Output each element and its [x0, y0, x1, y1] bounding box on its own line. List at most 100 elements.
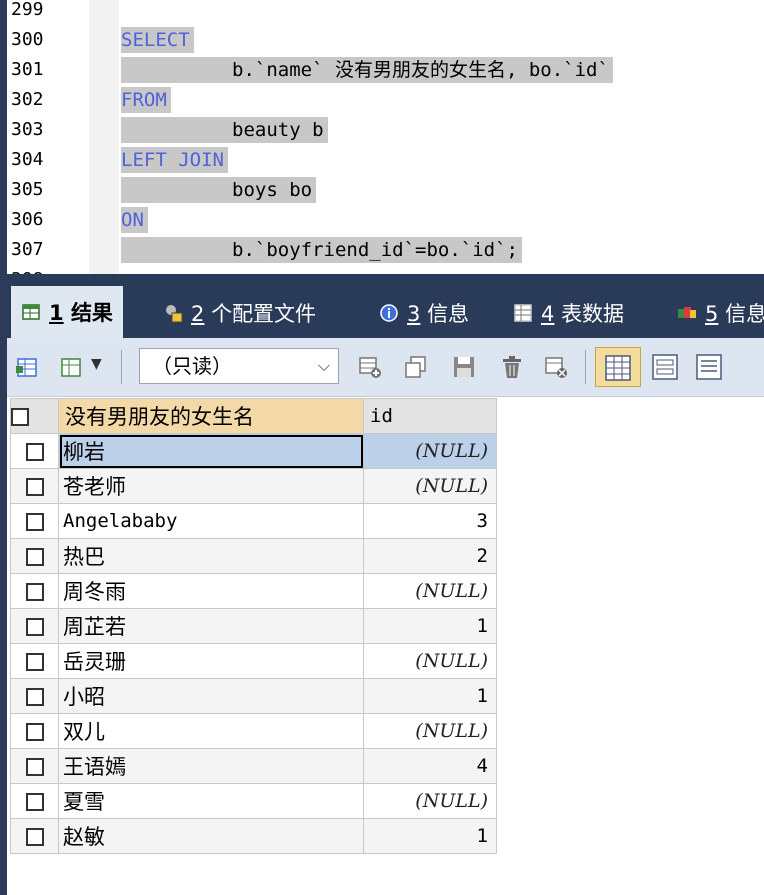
- cell-id[interactable]: 1: [363, 818, 497, 854]
- editor-line[interactable]: 308: [7, 265, 764, 274]
- save-icon[interactable]: [451, 354, 477, 380]
- duplicate-row-icon[interactable]: [403, 354, 429, 380]
- table-row[interactable]: 王语嫣 4: [10, 748, 497, 784]
- row-checkbox-cell[interactable]: [10, 818, 59, 854]
- cell-name[interactable]: 夏雪: [58, 783, 364, 819]
- table-row[interactable]: 周芷若 1: [10, 608, 497, 644]
- table-row[interactable]: 夏雪 (NULL): [10, 783, 497, 819]
- row-checkbox-cell[interactable]: [10, 538, 59, 574]
- cell-name[interactable]: 双儿: [58, 713, 364, 749]
- cell-id[interactable]: 1: [363, 608, 497, 644]
- cell-name[interactable]: 热巴: [58, 538, 364, 574]
- cell-id[interactable]: 3: [363, 503, 497, 539]
- row-checkbox-cell[interactable]: [10, 643, 59, 679]
- insert-row-icon[interactable]: [357, 354, 383, 380]
- row-checkbox-cell[interactable]: [10, 783, 59, 819]
- row-checkbox-cell[interactable]: [10, 713, 59, 749]
- row-checkbox[interactable]: [25, 547, 44, 566]
- row-checkbox[interactable]: [25, 757, 44, 776]
- cell-name[interactable]: 周芷若: [58, 608, 364, 644]
- table-row[interactable]: 柳岩 (NULL): [10, 433, 497, 469]
- row-checkbox-cell[interactable]: [10, 608, 59, 644]
- cell-id[interactable]: 2: [363, 538, 497, 574]
- cell-name[interactable]: 周冬雨: [58, 573, 364, 609]
- row-checkbox[interactable]: [25, 442, 44, 461]
- readonly-mode-select[interactable]: （只读） ⌵: [139, 348, 339, 384]
- table-row[interactable]: 双儿 (NULL): [10, 713, 497, 749]
- tab-info[interactable]: 3 信息: [379, 288, 469, 338]
- table-row[interactable]: 岳灵珊 (NULL): [10, 643, 497, 679]
- table-row[interactable]: 赵敏 1: [10, 818, 497, 854]
- row-checkbox-cell[interactable]: [10, 678, 59, 714]
- table-row[interactable]: 周冬雨 (NULL): [10, 573, 497, 609]
- row-checkbox[interactable]: [25, 687, 44, 706]
- cell-id[interactable]: (NULL): [363, 468, 497, 504]
- row-checkbox[interactable]: [25, 792, 44, 811]
- cell-name[interactable]: Angelababy: [58, 503, 364, 539]
- row-checkbox-cell[interactable]: [10, 468, 59, 504]
- row-checkbox[interactable]: [25, 617, 44, 636]
- sql-text: b.`boyfriend_id`=bo.`id`;: [121, 237, 522, 263]
- cell-name[interactable]: 苍老师: [58, 468, 364, 504]
- cell-name[interactable]: 小昭: [58, 678, 364, 714]
- table-row[interactable]: 小昭 1: [10, 678, 497, 714]
- tab-info-2[interactable]: 5 信息: [677, 288, 764, 338]
- cell-id[interactable]: (NULL): [363, 433, 497, 469]
- row-checkbox-cell[interactable]: [10, 503, 59, 539]
- editor-line[interactable]: 302 FROM: [7, 85, 764, 115]
- editor-line[interactable]: 307 b.`boyfriend_id`=bo.`id`;: [7, 235, 764, 265]
- row-checkbox[interactable]: [25, 512, 44, 531]
- cell-name[interactable]: 王语嫣: [58, 748, 364, 784]
- tab-table-data[interactable]: 4 表数据: [513, 288, 624, 338]
- cell-id[interactable]: (NULL): [363, 643, 497, 679]
- form-view-icon[interactable]: [651, 353, 679, 381]
- editor-line[interactable]: 299: [7, 0, 764, 25]
- table-row[interactable]: 苍老师 (NULL): [10, 468, 497, 504]
- delete-icon[interactable]: [499, 354, 525, 380]
- row-checkbox[interactable]: [25, 722, 44, 741]
- tab-profile[interactable]: 2 个配置文件: [163, 288, 316, 338]
- cell-name[interactable]: 柳岩: [58, 433, 364, 469]
- sql-text: boys bo: [121, 177, 317, 203]
- chevron-down-icon[interactable]: ▼: [91, 356, 102, 372]
- row-checkbox-cell[interactable]: [10, 748, 59, 784]
- cell-id[interactable]: (NULL): [363, 573, 497, 609]
- toolbar-separator: [121, 350, 122, 384]
- row-checkbox[interactable]: [25, 477, 44, 496]
- tab-result-number: 1: [49, 301, 64, 325]
- editor-line[interactable]: 304 LEFT JOIN: [7, 145, 764, 175]
- select-all-checkbox-cell[interactable]: [10, 398, 59, 434]
- cell-name[interactable]: 岳灵珊: [58, 643, 364, 679]
- cancel-changes-icon[interactable]: [543, 354, 569, 380]
- editor-line[interactable]: 300 SELECT: [7, 25, 764, 55]
- column-header-id[interactable]: id: [363, 398, 497, 434]
- cell-name[interactable]: 赵敏: [58, 818, 364, 854]
- text-view-icon[interactable]: [695, 353, 723, 381]
- line-number: 306: [11, 209, 44, 230]
- grid-view-button[interactable]: [595, 347, 641, 387]
- grid-options-icon[interactable]: [59, 354, 85, 380]
- table-row[interactable]: Angelababy 3: [10, 503, 497, 539]
- editor-line[interactable]: 303 beauty b: [7, 115, 764, 145]
- row-checkbox-cell[interactable]: [10, 433, 59, 469]
- table-row[interactable]: 热巴 2: [10, 538, 497, 574]
- editor-line[interactable]: 306 ON: [7, 205, 764, 235]
- cell-id[interactable]: (NULL): [363, 783, 497, 819]
- cell-id[interactable]: 1: [363, 678, 497, 714]
- row-checkbox[interactable]: [25, 582, 44, 601]
- tab-result[interactable]: 1 结果: [11, 286, 123, 338]
- sql-editor[interactable]: 299 300 SELECT 301 b.`name` 没有男朋友的女生名, bo.`i…: [7, 0, 764, 274]
- tab-info-label: 信息: [427, 302, 470, 326]
- column-header-name[interactable]: 没有男朋友的女生名: [58, 398, 364, 434]
- profile-icon: [166, 305, 183, 323]
- row-checkbox[interactable]: [25, 827, 44, 846]
- cell-id[interactable]: (NULL): [363, 713, 497, 749]
- row-checkbox-cell[interactable]: [10, 573, 59, 609]
- editor-line[interactable]: 301 b.`name` 没有男朋友的女生名, bo.`id`: [7, 55, 764, 85]
- table-data-icon: [514, 304, 532, 322]
- row-checkbox[interactable]: [25, 652, 44, 671]
- export-grid-icon[interactable]: [15, 354, 41, 380]
- editor-line[interactable]: 305 boys bo: [7, 175, 764, 205]
- cell-id[interactable]: 4: [363, 748, 497, 784]
- select-all-checkbox[interactable]: [11, 407, 29, 426]
